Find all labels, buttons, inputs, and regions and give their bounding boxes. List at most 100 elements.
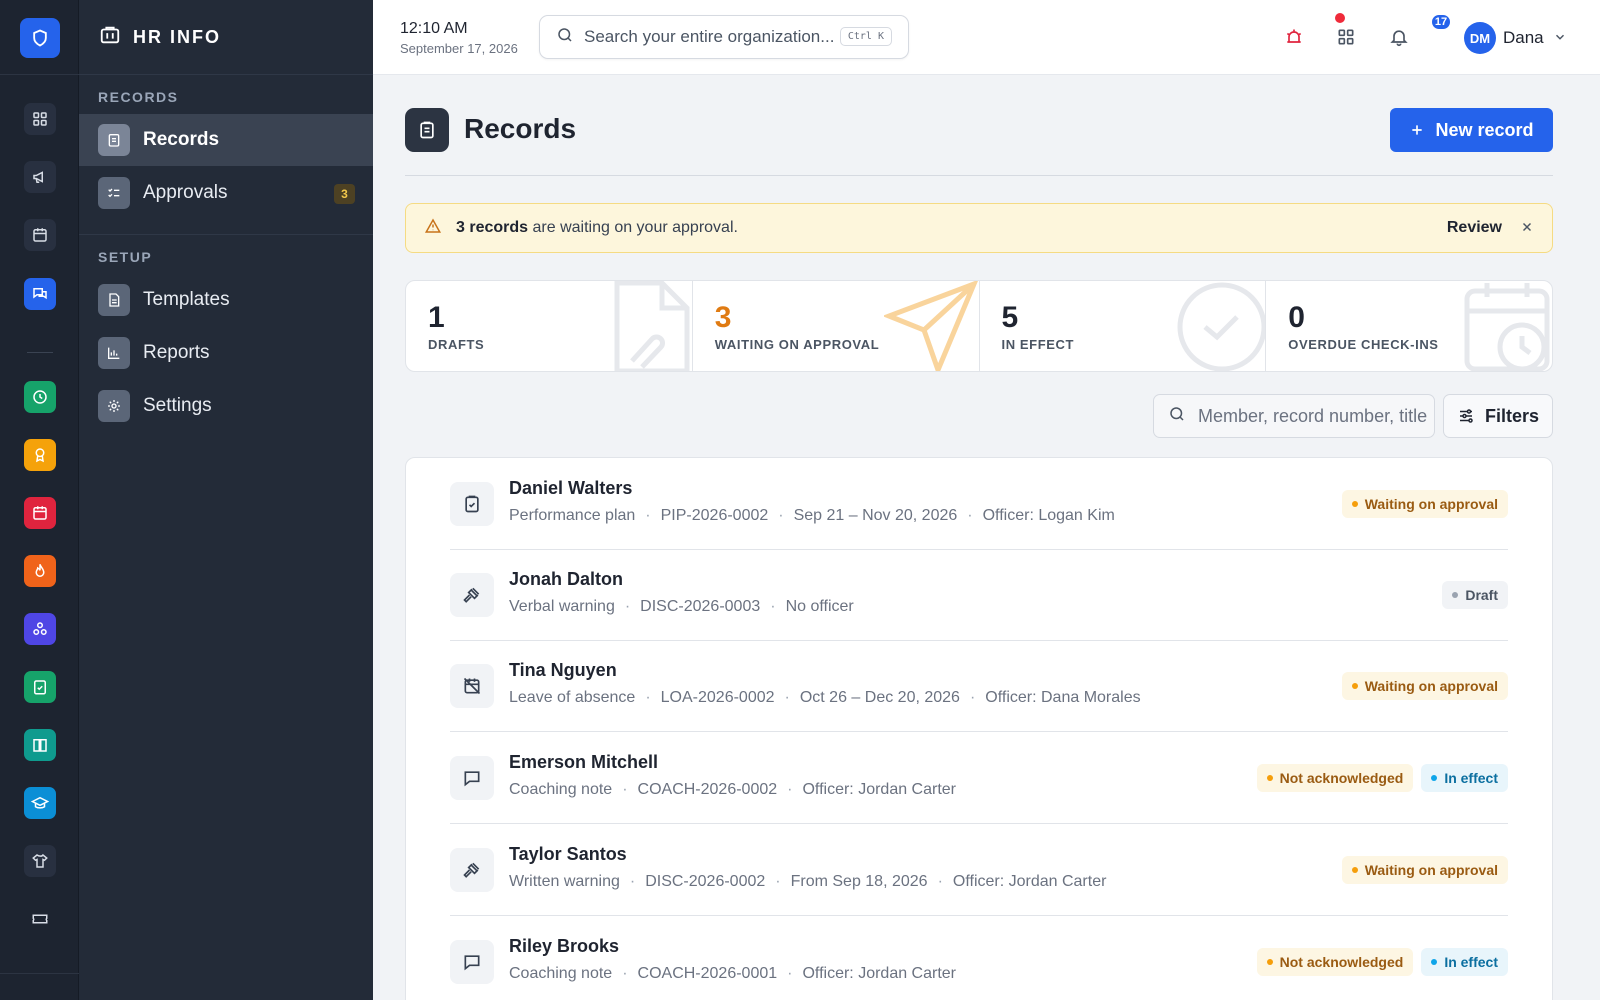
- new-record-button[interactable]: New record: [1390, 108, 1553, 152]
- ticket-icon[interactable]: [24, 903, 56, 935]
- sidebar-item-label: Approvals: [143, 182, 228, 203]
- records-search[interactable]: [1153, 394, 1435, 438]
- book-icon[interactable]: [24, 729, 56, 761]
- apps-grid-icon[interactable]: [1333, 24, 1359, 50]
- status-badge: Not acknowledged: [1256, 764, 1414, 792]
- stats-strip: 1 DRAFTS 3 WAITING ON APPROVAL 5 IN EFFE…: [405, 280, 1553, 372]
- calendar-icon[interactable]: [24, 219, 56, 251]
- stat-value: 1: [428, 301, 445, 334]
- review-button[interactable]: Review: [1447, 219, 1502, 237]
- flame-icon[interactable]: [24, 555, 56, 587]
- record-number: DISC-2026-0002: [645, 873, 766, 890]
- status-badge: In effect: [1421, 948, 1508, 976]
- record-type: Coaching note: [509, 781, 613, 798]
- document-watermark-icon: [614, 281, 690, 371]
- checklist-icon: [98, 177, 130, 209]
- approvals-count-badge: 3: [334, 184, 355, 204]
- graduation-cap-icon[interactable]: [24, 787, 56, 819]
- record-member-name: Tina Nguyen: [509, 660, 617, 680]
- record-dates: Sep 21 – Nov 20, 2026: [793, 507, 958, 524]
- close-icon[interactable]: [1520, 220, 1534, 239]
- top-bar: 12:10 AM September 17, 2026 Ctrl K 17 DM…: [373, 0, 1600, 75]
- sidebar-item-templates[interactable]: Templates: [79, 274, 373, 326]
- sidebar-item-records[interactable]: Records: [79, 114, 373, 166]
- clipboard-icon: [405, 108, 449, 152]
- stat-value: 0: [1288, 301, 1305, 334]
- record-meta: Written warning · DISC-2026-0002 · From Se…: [509, 873, 1107, 890]
- sidebar-item-settings[interactable]: Settings: [79, 380, 373, 432]
- sidebar-item-label: Records: [143, 129, 220, 150]
- chat-icon[interactable]: [24, 278, 56, 310]
- status-badge-label: Draft: [1465, 587, 1498, 603]
- clock-icon[interactable]: [24, 381, 56, 413]
- list-item[interactable]: Riley Brooks Coaching note · COACH-2026-0…: [450, 916, 1508, 1000]
- list-item[interactable]: Tina Nguyen Leave of absence · LOA-2026-0…: [450, 640, 1508, 732]
- records-search-input[interactable]: [1198, 405, 1428, 427]
- clock-date: September 17, 2026: [400, 41, 518, 56]
- status-badge-label: Waiting on approval: [1364, 496, 1498, 512]
- stat-label: WAITING ON APPROVAL: [714, 337, 880, 352]
- stat-label: OVERDUE CHECK-INS: [1288, 337, 1439, 352]
- record-dates: From Sep 18, 2026: [790, 873, 928, 890]
- sidebar-item-reports[interactable]: Reports: [79, 327, 373, 379]
- dashboard-icon[interactable]: [24, 103, 56, 135]
- stat-overdue-check-ins[interactable]: 0 OVERDUE CHECK-INS: [1266, 281, 1552, 371]
- stat-waiting-on-approval[interactable]: 3 WAITING ON APPROVAL: [693, 281, 980, 371]
- clipboard-check-icon[interactable]: [24, 671, 56, 703]
- status-badges: Draft: [1442, 581, 1508, 609]
- gear-icon: [98, 390, 130, 422]
- shield-logo-icon[interactable]: [20, 18, 60, 58]
- status-badge-label: Not acknowledged: [1279, 770, 1404, 786]
- alert-indicator-dot: [1335, 13, 1345, 23]
- alert-message: 3 records are waiting on your approval.: [456, 219, 738, 237]
- status-badges: Waiting on approval: [1341, 856, 1508, 884]
- message-icon: [450, 940, 494, 984]
- search-icon: [556, 26, 574, 49]
- filters-button[interactable]: Filters: [1443, 394, 1553, 438]
- alarm-icon[interactable]: [1281, 24, 1307, 50]
- sidebar-item-approvals[interactable]: Approvals 3: [79, 167, 373, 219]
- document-icon: [98, 284, 130, 316]
- clock-time: 12:10 AM: [400, 20, 468, 37]
- record-type: Written warning: [509, 873, 620, 890]
- setup-section-heading: SETUP: [98, 249, 153, 265]
- list-item[interactable]: Taylor Santos Written warning · DISC-2026…: [450, 824, 1508, 916]
- list-item[interactable]: Jonah Dalton Verbal warning · DISC-2026-0…: [450, 549, 1508, 641]
- message-icon: [450, 756, 494, 800]
- record-type: Coaching note: [509, 965, 613, 982]
- alert-message-count: 3 records: [456, 219, 529, 236]
- chevron-down-icon[interactable]: [1553, 30, 1567, 49]
- sidebar-header: HR INFO: [79, 0, 373, 75]
- megaphone-icon[interactable]: [24, 161, 56, 193]
- calendar-red-icon[interactable]: [24, 497, 56, 529]
- main-content: Records New record 3 records are waiting…: [405, 75, 1553, 1000]
- global-search[interactable]: Ctrl K: [539, 15, 909, 59]
- status-badge-label: In effect: [1444, 954, 1498, 970]
- record-officer: Officer: Logan Kim: [982, 507, 1115, 524]
- bell-icon[interactable]: [1386, 24, 1412, 50]
- stat-in-effect[interactable]: 5 IN EFFECT: [980, 281, 1267, 371]
- avatar[interactable]: DM: [1464, 22, 1496, 54]
- stat-value: 3: [714, 301, 732, 334]
- record-number: COACH-2026-0002: [637, 781, 778, 798]
- user-name[interactable]: Dana: [1503, 28, 1544, 48]
- record-officer: Officer: Jordan Carter: [952, 873, 1107, 890]
- calendar-clock-watermark-icon: [1464, 283, 1550, 371]
- network-icon[interactable]: [24, 613, 56, 645]
- list-item[interactable]: Daniel Walters Performance plan · PIP-202…: [450, 458, 1508, 550]
- stat-drafts[interactable]: 1 DRAFTS: [406, 281, 693, 371]
- gavel-icon: [450, 573, 494, 617]
- sidebar: HR INFO RECORDS Records Approvals 3 SETU…: [79, 0, 373, 1000]
- sidebar-item-label: Settings: [143, 395, 212, 416]
- shirt-icon[interactable]: [24, 845, 56, 877]
- status-badges: Not acknowledged In effect: [1256, 764, 1508, 792]
- list-item[interactable]: Emerson Mitchell Coaching note · COACH-20…: [450, 732, 1508, 824]
- status-badge-label: Waiting on approval: [1364, 678, 1498, 694]
- records-list: Daniel Walters Performance plan · PIP-202…: [405, 457, 1553, 1000]
- list-toolbar: Filters: [405, 394, 1553, 440]
- calendar-off-icon: [450, 664, 494, 708]
- award-icon[interactable]: [24, 439, 56, 471]
- filters-label: Filters: [1484, 405, 1540, 426]
- record-member-name: Emerson Mitchell: [509, 752, 659, 772]
- global-search-input[interactable]: [584, 27, 834, 47]
